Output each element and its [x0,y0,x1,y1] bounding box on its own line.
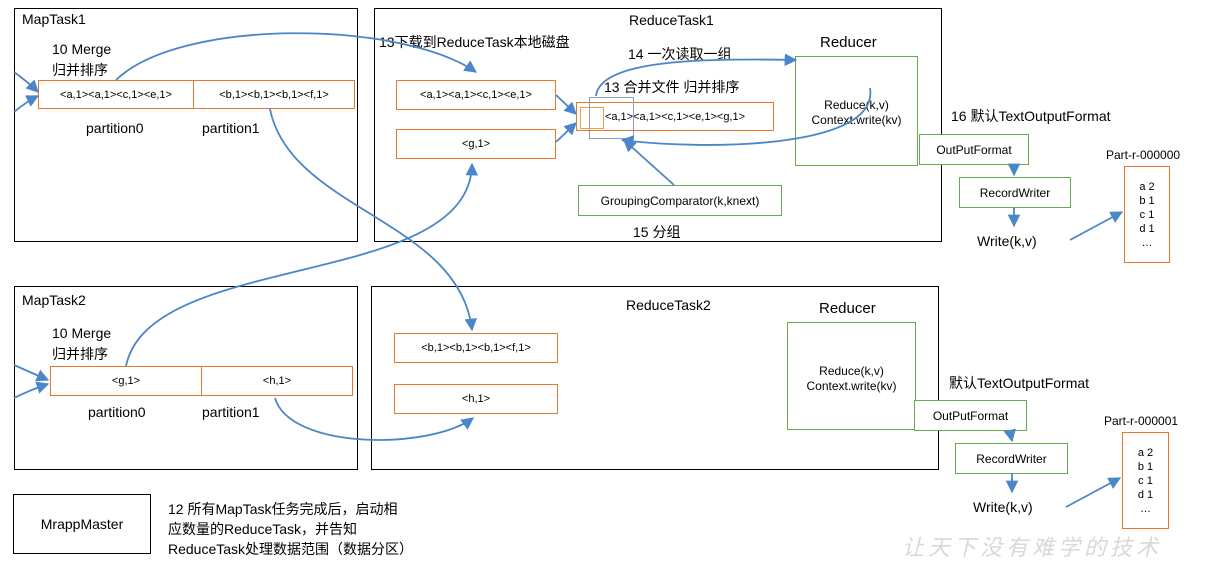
maptask2-partition0-label: partition0 [88,404,146,420]
output-format-1: OutPutFormat [919,134,1029,165]
output-file-2-line: c 1 [1138,474,1153,487]
maptask2-partition1-label: partition1 [202,404,260,420]
maptask1-partition1-records: <b,1><b,1><b,1><f,1> [193,80,355,109]
reducetask2-input2: <h,1> [394,384,558,414]
output-file-1-line: b 1 [1139,194,1155,207]
output-file-2-line: b 1 [1137,460,1154,473]
maptask2-partition0-records: <g,1> [50,366,202,396]
watermark: 让天下没有难学的技术 [902,536,1163,561]
output-file-2: a 2 b 1 c 1 d 1 … [1122,432,1169,529]
read-group-step-label: 14 一次读取一组 [628,46,732,62]
record-writer-2: RecordWriter [955,443,1068,474]
maptask1-partition1-label: partition1 [202,120,260,136]
reducer1-reduce-call: Reduce(k,v) [824,98,889,112]
reducer1-title: Reducer [820,34,877,51]
reducetask2-input1: <b,1><b,1><b,1><f,1> [394,333,558,363]
write-call-1: Write(k,v) [977,233,1037,249]
output-file-2-line: d 1 [1137,488,1154,501]
maptask2-merge-label: 10 Merge [52,325,112,341]
maptask1-sort-label: 归并排序 [52,62,108,78]
reducer2-reduce-call: Reduce(k,v) [819,364,884,378]
merge-step-label: 13 合并文件 归并排序 [604,79,740,95]
output-file-1: a 2 b 1 c 1 d 1 … [1124,166,1170,263]
master-note-line1: 12 所有MapTask任务完成后，启动相 [168,501,398,517]
output-format-2: OutPutFormat [914,400,1027,431]
output-format-step-label: 16 默认TextOutputFormat [951,108,1111,124]
output-format-label-2: 默认TextOutputFormat [949,375,1090,391]
reducer2-title: Reducer [819,300,876,317]
download-step-label: 13下载到ReduceTask本地磁盘 [379,34,570,50]
output-file-2-line: a 2 [1137,446,1154,459]
current-group-highlight [580,107,604,129]
grouping-comparator: GroupingComparator(k,knext) [578,185,782,216]
reducer1-context-write: Context.write(kv) [811,113,902,127]
output-file-1-line: a 2 [1139,180,1155,193]
reducetask2-title: ReduceTask2 [626,297,711,313]
write-file-arrow-2 [1065,477,1122,508]
output-file-2-line: … [1140,502,1151,515]
maptask1-merge-label: 10 Merge [52,41,112,57]
maptask1-title: MapTask1 [22,11,86,27]
output-file-1-line: d 1 [1139,222,1155,235]
master-note-line3: ReduceTask处理数据范围（数据分区） [168,541,414,557]
output-file-1-name: Part-r-000000 [1106,148,1181,162]
write-file-arrow-1 [1069,211,1124,241]
maptask2-title: MapTask2 [22,292,86,308]
master-note-line2: 应数量的ReduceTask，并告知 [168,521,358,537]
output-file-1-line: c 1 [1139,208,1155,221]
write-chain-arrow-2a [1003,428,1016,443]
maptask1-partition0-records: <a,1><a,1><c,1><e,1> [38,80,194,109]
reducetask1-input1: <a,1><a,1><c,1><e,1> [396,80,556,110]
reducetask1-title: ReduceTask1 [629,12,714,28]
reducetask1-input2: <g,1> [396,129,556,159]
output-file-2-name: Part-r-000001 [1104,414,1179,428]
record-writer-1: RecordWriter [959,177,1071,208]
write-call-2: Write(k,v) [973,499,1033,515]
maptask2-sort-label: 归并排序 [52,346,108,362]
maptask1-partition0-label: partition0 [86,120,144,136]
reducer2-context-write: Context.write(kv) [806,379,897,393]
maptask2-partition1-records: <h,1> [201,366,353,396]
group-step-label: 15 分组 [633,224,681,240]
mrappmaster-box: MrappMaster [13,494,151,554]
output-file-1-line: … [1141,236,1153,249]
